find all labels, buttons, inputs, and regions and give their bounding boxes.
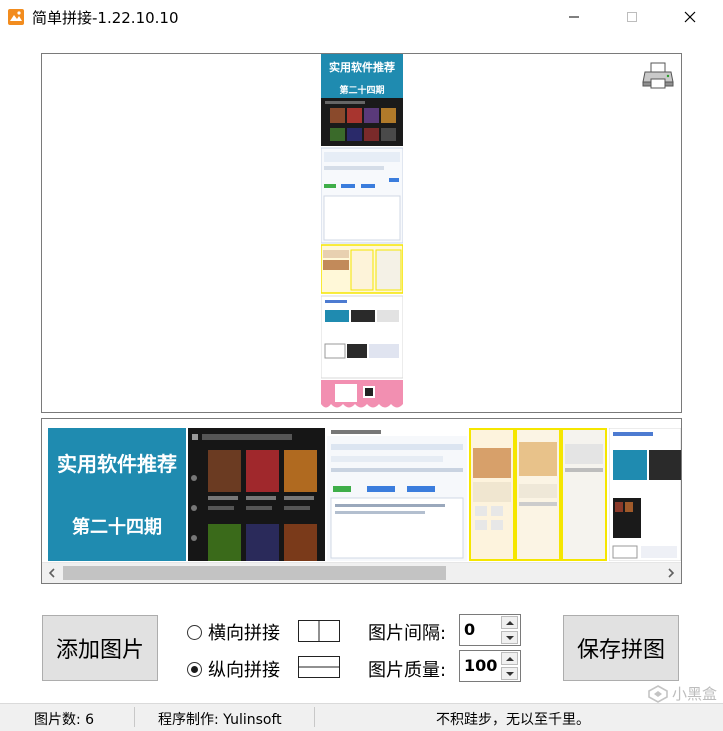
vertical-stitch-preview: 实用软件推荐 第二十四期 <box>321 54 403 411</box>
caret-up-icon <box>505 656 514 661</box>
caret-up-icon <box>505 620 514 625</box>
scroll-right-arrow[interactable] <box>663 566 679 580</box>
stitch-preview: 实用软件推荐 第二十四期 <box>41 53 682 413</box>
horizontal-scrollbar[interactable] <box>42 562 681 583</box>
printer-icon[interactable] <box>642 62 674 90</box>
vertical-mode-label: 纵向拼接 <box>208 660 280 681</box>
spacing-decrement-button[interactable] <box>501 631 518 644</box>
watermark-text: 小黑盒 <box>671 685 717 703</box>
horizontal-mode-radio[interactable]: 横向拼接 <box>187 619 280 645</box>
caret-down-icon <box>505 671 514 676</box>
app-icon <box>8 9 24 25</box>
close-icon <box>684 11 696 23</box>
close-button[interactable] <box>667 0 713 34</box>
save-stitch-button[interactable]: 保存拼图 <box>563 615 679 681</box>
horizontal-mode-label: 横向拼接 <box>208 623 280 644</box>
watermark: 小黑盒 <box>648 683 717 704</box>
strip-banner-title: 实用软件推荐 <box>57 452 177 476</box>
spacing-label: 图片间隔: <box>368 623 447 644</box>
status-divider <box>314 707 315 727</box>
status-motto: 不积跬步，无以至千里。 <box>436 712 590 728</box>
preview-banner-title: 实用软件推荐 <box>329 61 395 74</box>
spacing-stepper[interactable]: 0 <box>459 614 521 646</box>
preview-banner-subtitle: 第二十四期 <box>339 86 385 96</box>
strip-banner-subtitle: 第二十四期 <box>72 517 162 538</box>
heybox-logo-icon <box>648 684 668 703</box>
quality-decrement-button[interactable] <box>501 667 518 680</box>
chevron-left-icon <box>48 568 55 578</box>
scrollbar-thumb[interactable] <box>63 566 446 580</box>
quality-increment-button[interactable] <box>501 652 518 665</box>
add-image-button[interactable]: 添加图片 <box>42 615 158 681</box>
radio-checked-icon <box>187 661 202 677</box>
spacing-value[interactable]: 0 <box>464 620 475 639</box>
strip-thumb-dark-app[interactable] <box>188 428 325 561</box>
window-title: 简单拼接-1.22.10.10 <box>32 9 179 27</box>
preview-banner: 实用软件推荐 第二十四期 <box>321 54 403 98</box>
scroll-left-arrow[interactable] <box>44 566 60 580</box>
horizontal-layout-icon <box>298 620 340 642</box>
spacing-increment-button[interactable] <box>501 616 518 629</box>
author-credit: 程序制作: Yulinsoft <box>158 712 282 728</box>
title-bar: 简单拼接-1.22.10.10 <box>0 0 723 34</box>
minimize-icon <box>569 16 579 18</box>
caret-down-icon <box>505 635 514 640</box>
strip-thumb-white[interactable] <box>609 428 681 561</box>
strip-thumb-form[interactable] <box>327 428 467 561</box>
strip-thumb-yellow[interactable] <box>469 428 607 561</box>
maximize-button[interactable] <box>609 0 655 34</box>
strip-banner[interactable]: 实用软件推荐 第二十四期 <box>48 428 186 561</box>
quality-value[interactable]: 100 <box>464 656 497 675</box>
quality-label: 图片质量: <box>368 660 447 681</box>
image-count: 图片数: 6 <box>34 712 95 728</box>
chevron-right-icon <box>668 568 675 578</box>
vertical-layout-icon <box>298 656 340 678</box>
maximize-icon <box>627 12 637 22</box>
preview-thumbnails <box>321 98 403 408</box>
image-strip: 实用软件推荐 第二十四期 <box>41 418 682 584</box>
radio-unchecked-icon <box>187 624 202 640</box>
quality-stepper[interactable]: 100 <box>459 650 521 682</box>
status-divider <box>134 707 135 727</box>
vertical-mode-radio[interactable]: 纵向拼接 <box>187 656 280 682</box>
minimize-button[interactable] <box>551 0 597 34</box>
status-bar: 图片数: 6 程序制作: Yulinsoft 不积跬步，无以至千里。 <box>0 703 723 731</box>
